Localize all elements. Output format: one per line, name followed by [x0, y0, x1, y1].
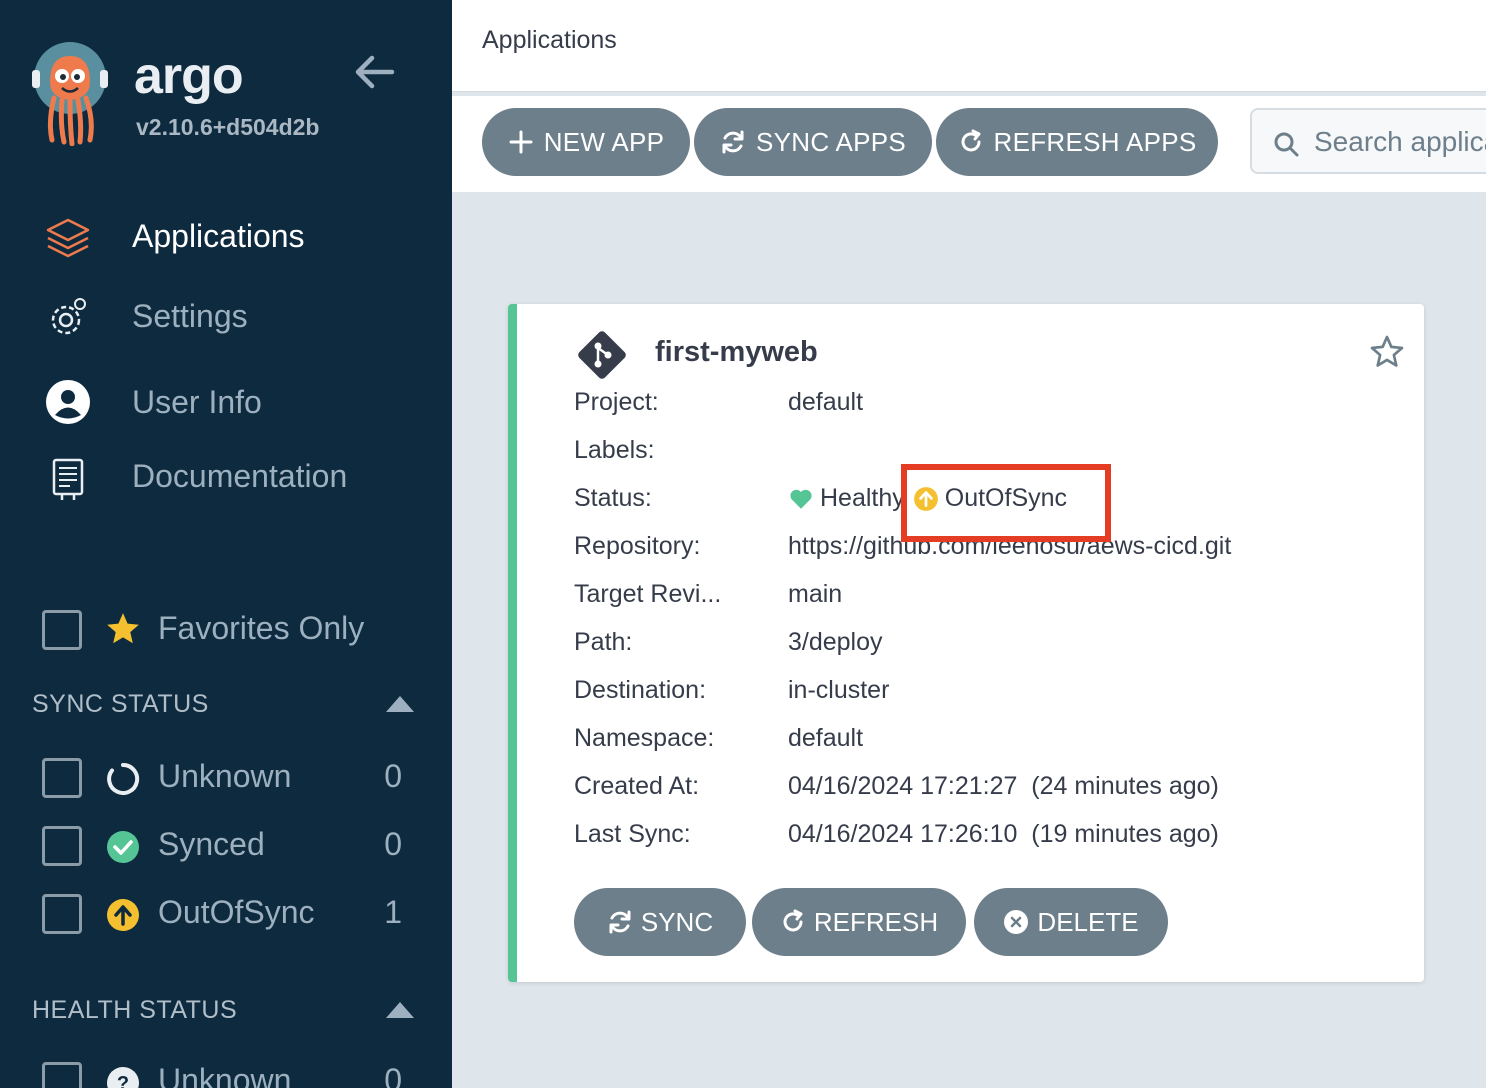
- star-icon: [107, 613, 139, 644]
- field-label: Destination:: [574, 676, 707, 704]
- svg-text:?: ?: [117, 1073, 129, 1088]
- circle-notch-icon: [107, 762, 140, 795]
- sync-filter-synced[interactable]: Synced 0: [40, 824, 420, 868]
- sync-filter-unknown[interactable]: Unknown 0: [40, 756, 420, 800]
- arrow-up-circle-icon: [107, 899, 139, 931]
- sync-status-title: SYNC STATUS: [32, 690, 209, 718]
- application-card[interactable]: first-myweb Project: default Labels: Sta…: [508, 304, 1424, 982]
- nav-item-user-info[interactable]: User Info: [0, 372, 452, 432]
- sync-filter-outofsync[interactable]: OutOfSync 1: [40, 892, 420, 936]
- plus-icon: [509, 130, 533, 154]
- nav-item-applications[interactable]: Applications: [0, 206, 452, 266]
- nav-label: User Info: [132, 384, 262, 420]
- gear-icon: [51, 298, 86, 335]
- layers-icon: [46, 218, 90, 258]
- health-status-title: HEALTH STATUS: [32, 996, 238, 1024]
- field-label: Namespace:: [574, 724, 715, 752]
- search-icon: [1274, 132, 1299, 157]
- refresh-icon: [961, 129, 980, 152]
- heart-icon: [790, 489, 812, 509]
- sync-icon: [722, 130, 744, 154]
- field-label: Target Revi...: [574, 580, 722, 608]
- field-value: main: [788, 580, 843, 608]
- refresh-label: REFRESH: [813, 906, 939, 937]
- new-app-label: NEW APP: [543, 126, 665, 157]
- filter-label: OutOfSync: [158, 894, 315, 930]
- delete-button[interactable]: DELETE: [974, 888, 1168, 956]
- sync-button[interactable]: SYNC: [574, 888, 746, 956]
- filter-checkbox[interactable]: [42, 758, 82, 798]
- page-title: Applications: [482, 26, 617, 54]
- filter-checkbox[interactable]: [42, 826, 82, 866]
- sync-apps-label: SYNC APPS: [755, 126, 907, 157]
- nav-label: Documentation: [132, 458, 348, 494]
- health-filter-unknown[interactable]: ? Unknown 0: [40, 1060, 420, 1088]
- search-input[interactable]: [1314, 120, 1486, 164]
- refresh-button[interactable]: REFRESH: [752, 888, 966, 956]
- argo-logo-icon: [32, 42, 108, 146]
- sync-icon: [609, 910, 631, 934]
- version-label: v2.10.6+d504d2b: [136, 114, 320, 140]
- field-value: 3/deploy: [788, 628, 883, 656]
- filter-count: 0: [384, 1062, 402, 1088]
- user-icon: [46, 380, 90, 424]
- favorites-checkbox[interactable]: [42, 610, 82, 650]
- filter-count: 0: [384, 758, 402, 794]
- field-label: Path:: [574, 628, 633, 656]
- collapse-sidebar-arrow-icon[interactable]: [352, 52, 396, 92]
- check-circle-icon: [107, 831, 139, 863]
- arrow-up-circle-icon: [913, 486, 938, 511]
- filter-checkbox[interactable]: [42, 1062, 82, 1088]
- top-bar: Applications: [452, 0, 1486, 92]
- refresh-apps-label: REFRESH APPS: [993, 126, 1197, 157]
- refresh-icon: [783, 909, 803, 932]
- toolbar: NEW APP SYNC APPS REFRESH APPS: [452, 96, 1486, 192]
- refresh-apps-button[interactable]: REFRESH APPS: [936, 108, 1218, 176]
- field-label: Last Sync:: [574, 820, 691, 848]
- nav-item-settings[interactable]: Settings: [0, 286, 452, 346]
- field-value: default: [788, 388, 864, 416]
- field-value: in-cluster: [788, 676, 890, 704]
- nav-label: Settings: [132, 298, 248, 334]
- health-status: Healthy: [820, 484, 905, 512]
- app-name[interactable]: first-myweb: [655, 336, 818, 369]
- field-label: Labels:: [574, 436, 655, 464]
- field-value: https://github.com/leenosu/aews-cicd.git: [788, 532, 1232, 560]
- field-label: Project:: [574, 388, 659, 416]
- filter-checkbox[interactable]: [42, 894, 82, 934]
- field-label: Status:: [574, 484, 652, 512]
- nav-item-documentation[interactable]: Documentation: [0, 446, 452, 506]
- favorite-star-icon[interactable]: [1369, 334, 1405, 370]
- new-app-button[interactable]: NEW APP: [482, 108, 690, 176]
- field-value: default: [788, 724, 864, 752]
- close-circle-icon: [1004, 910, 1029, 934]
- nav-label: Applications: [132, 218, 305, 254]
- sync-apps-button[interactable]: SYNC APPS: [694, 108, 932, 176]
- field-label: Created At:: [574, 772, 700, 800]
- brand-name: argo: [134, 47, 244, 105]
- favorites-label: Favorites Only: [158, 610, 365, 646]
- filter-label: Unknown: [158, 1062, 292, 1088]
- delete-label: DELETE: [1037, 906, 1139, 937]
- filter-count: 1: [384, 894, 402, 930]
- collapse-caret-up-icon[interactable]: [386, 1002, 414, 1018]
- filter-label: Unknown: [158, 758, 292, 794]
- sync-status: OutOfSync: [944, 484, 1068, 512]
- collapse-caret-up-icon[interactable]: [386, 696, 414, 712]
- field-value: 04/16/2024 17:26:10 (19 minutes ago): [788, 820, 1219, 848]
- question-circle-icon: ?: [107, 1067, 139, 1088]
- search-box[interactable]: [1250, 108, 1486, 174]
- sidebar: argo v2.10.6+d504d2b Applications Settin…: [0, 0, 452, 1088]
- filter-label: Synced: [158, 826, 265, 862]
- favorites-only-filter[interactable]: Favorites Only: [40, 608, 420, 652]
- document-icon: [52, 458, 84, 500]
- field-label: Repository:: [574, 532, 701, 560]
- git-icon: [578, 331, 626, 379]
- status-values: Healthy OutOfSync: [788, 484, 1067, 513]
- filter-count: 0: [384, 826, 402, 862]
- field-value: 04/16/2024 17:21:27 (24 minutes ago): [788, 772, 1219, 800]
- sync-label: SYNC: [640, 906, 714, 937]
